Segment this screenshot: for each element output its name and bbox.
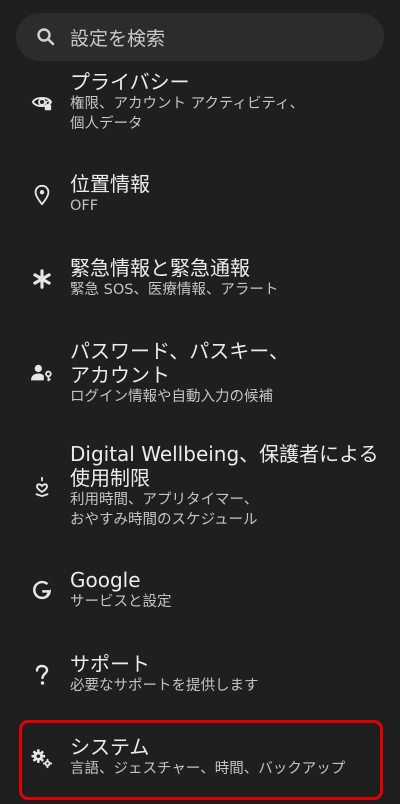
asterisk-icon [30,267,54,291]
item-subtitle-line: サービスと設定 [70,594,172,610]
settings-item-digital-wellbeing[interactable]: Digital Wellbeing、保護者による 使用制限 利用時間、アプリタイ… [0,442,400,534]
wellbeing-heart-icon [30,474,54,498]
item-title: 緊急情報と緊急通報 [70,256,250,280]
highlight-frame [19,720,383,800]
item-subtitle-line: 利用時間、アプリタイマー、 [70,492,259,508]
settings-item-location[interactable]: 位置情報 OFF [0,172,400,222]
privacy-eye-icon [30,90,54,114]
search-bar[interactable]: 設定を検索 [16,13,384,61]
item-title-line: アカウント [70,363,170,387]
item-subtitle-line: OFF [70,198,99,214]
item-subtitle-line: ログイン情報や自動入力の候補 [70,389,273,405]
settings-item-google[interactable]: Google サービスと設定 [0,568,400,618]
item-title: サポート [70,652,150,676]
item-subtitle-line: 個人データ [70,116,143,132]
item-title: プライバシー [70,70,190,94]
item-subtitle-line: 必要なサポートを提供します [70,678,259,694]
settings-item-emergency[interactable]: 緊急情報と緊急通報 緊急 SOS、医療情報、アラート [0,256,400,306]
settings-item-privacy[interactable]: プライバシー 権限、アカウント アクティビティ、 個人データ [0,70,400,144]
google-g-icon [30,578,54,602]
item-title: Google [70,568,141,592]
item-subtitle-line: おやすみ時間のスケジュール [70,512,258,528]
search-placeholder: 設定を検索 [70,27,166,50]
item-title-line: パスワード、パスキー、 [70,339,289,363]
item-subtitle-line: 権限、アカウント アクティビティ、 [70,96,305,112]
person-key-icon [30,361,54,385]
item-title-line: Digital Wellbeing、保護者による [70,442,379,466]
item-title-line: 使用制限 [70,466,150,490]
search-icon [36,27,56,47]
location-pin-icon [30,183,54,207]
settings-item-passwords[interactable]: パスワード、パスキー、 アカウント ログイン情報や自動入力の候補 [0,339,400,413]
item-subtitle-line: 緊急 SOS、医療情報、アラート [70,282,279,298]
settings-screen: 設定を検索 プライバシー 権限、アカウント アクティビティ、 個人データ 位置情… [0,0,400,804]
item-title: 位置情報 [70,172,150,196]
settings-item-support[interactable]: サポート 必要なサポートを提供します [0,652,400,702]
help-question-icon [30,663,54,687]
